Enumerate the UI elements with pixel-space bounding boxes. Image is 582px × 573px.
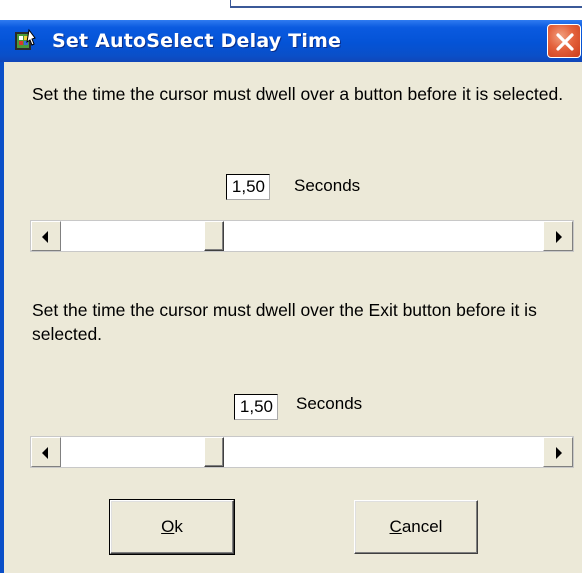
window-title: Set AutoSelect Delay Time (52, 30, 342, 52)
button-delay-value[interactable]: 1,50 (226, 174, 270, 200)
left-arrow-icon (42, 447, 48, 459)
right-arrow-icon (556, 447, 562, 459)
exit-delay-unit: Seconds (296, 394, 363, 413)
background-strip (0, 0, 582, 20)
button-delay-slider-left[interactable] (31, 221, 61, 251)
exit-delay-slider-left[interactable] (31, 437, 61, 467)
background-tick (230, 0, 231, 8)
title-bar[interactable]: Set AutoSelect Delay Time (0, 20, 582, 62)
button-delay-instruction: Set the time the cursor must dwell over … (32, 84, 564, 104)
exit-delay-slider-thumb[interactable] (204, 437, 224, 467)
background-line (230, 6, 582, 8)
button-delay-slider-thumb[interactable] (204, 221, 224, 251)
exit-delay-slider-right[interactable] (543, 437, 573, 467)
close-button[interactable] (547, 24, 581, 58)
button-delay-slider-right[interactable] (543, 221, 573, 251)
cancel-button[interactable]: Cancel (354, 500, 478, 554)
button-delay-slider[interactable] (30, 220, 574, 252)
ok-button[interactable]: Ok (109, 499, 235, 555)
exit-delay-value[interactable]: 1,50 (234, 394, 278, 420)
exit-delay-instruction: Set the time the cursor must dwell over … (32, 300, 537, 344)
left-arrow-icon (42, 231, 48, 243)
cancel-mnemonic: C (389, 517, 402, 536)
app-icon (15, 28, 36, 50)
exit-delay-slider[interactable] (30, 436, 574, 468)
ok-label-rest: k (174, 517, 183, 536)
close-icon (556, 33, 574, 51)
ok-mnemonic: O (161, 517, 175, 536)
cancel-label-rest: ancel (401, 517, 443, 536)
right-arrow-icon (556, 231, 562, 243)
button-delay-unit: Seconds (294, 176, 361, 195)
dialog-content: Set the time the cursor must dwell over … (4, 62, 582, 573)
